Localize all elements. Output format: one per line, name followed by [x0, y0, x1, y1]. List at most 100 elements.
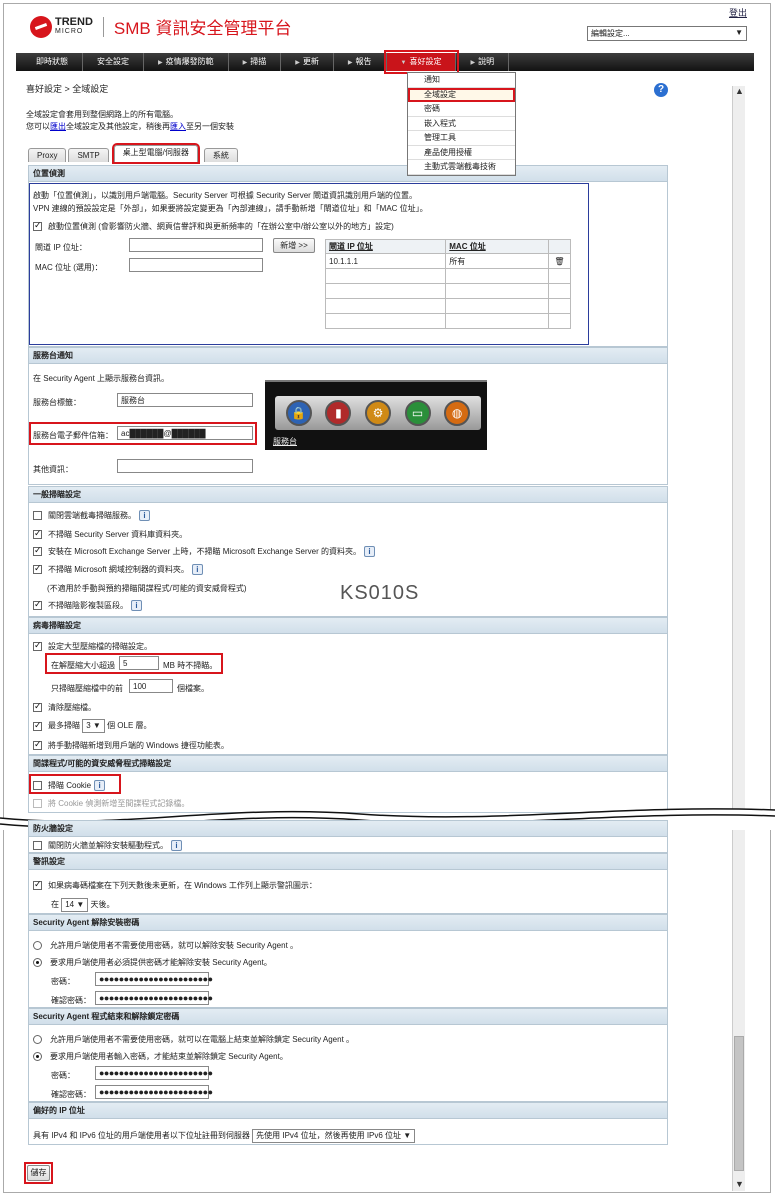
menu-license[interactable]: 產品使用授權 [408, 146, 515, 160]
large-archive-checkbox[interactable] [33, 640, 42, 652]
menu-admin-tools[interactable]: 管理工具 [408, 131, 515, 146]
save-button[interactable]: 儲存 [27, 1165, 50, 1181]
unload-require-password-option[interactable]: 要求用戶端使用者輸入密碼，才能結束並解除鎖定 Security Agent。 [33, 1051, 288, 1062]
general-option-2[interactable]: 不掃瞄 Security Server 資料庫資料夾。 [33, 528, 187, 540]
helpdesk-label-input[interactable]: 服務台 [117, 393, 253, 407]
mac-address-input[interactable] [129, 258, 263, 272]
nav-security-settings[interactable]: 安全設定 [83, 53, 144, 71]
shortcut-menu-checkbox[interactable] [33, 739, 42, 751]
helpdesk-email-input[interactable]: ac██████@██████ [117, 426, 253, 440]
section-title: Security Agent 程式結束和解除鎖定密碼 [29, 1009, 667, 1025]
general-option-3[interactable]: 安裝在 Microsoft Exchange Server 上時，不掃瞄 Mic… [33, 545, 375, 558]
globe-icon: ◍ [444, 400, 471, 426]
unload-require-password-radio[interactable] [33, 1052, 42, 1062]
import-link[interactable]: 匯入 [170, 122, 186, 131]
help-icon[interactable]: ? [654, 83, 668, 97]
info-icon[interactable]: i [363, 546, 375, 558]
uninstall-password-input[interactable]: ●●●●●●●●●●●●●●●●●●●●●●● [95, 972, 213, 986]
size-limit-input[interactable]: 5 [119, 656, 159, 670]
nav-updates[interactable]: ▶ 更新 [281, 53, 334, 71]
export-link[interactable]: 匯出 [50, 122, 66, 131]
helpdesk-other-info-input[interactable] [117, 459, 253, 473]
page-scrollbar[interactable]: ▲ ▼ [732, 86, 745, 1191]
general-option-1[interactable]: 關閉雲端截毒掃瞄服務。 i [33, 510, 150, 522]
uninstall-confirm-password-input[interactable]: ●●●●●●●●●●●●●●●●●●●●●●● [95, 991, 213, 1005]
virus-scan-section: 病毒掃瞄設定 設定大型壓縮檔的掃瞄設定。 在解壓縮大小超過 5 MB 時不掃瞄。… [28, 617, 668, 755]
alert-days-select[interactable]: 14 ▼ [61, 898, 89, 912]
firewall-section: 防火牆設定 關閉防火牆並解除安裝驅動程式。 i [28, 820, 668, 853]
clean-archive-checkbox[interactable] [33, 701, 42, 713]
scrollbar-thumb[interactable] [734, 1036, 744, 1171]
tab-smtp[interactable]: SMTP [68, 148, 109, 162]
chevron-down-icon: ▼ [403, 1131, 412, 1140]
chevron-down-icon: ▼ [76, 900, 85, 909]
info-icon[interactable]: i [191, 564, 203, 576]
nav-preferences[interactable]: ▼ 喜好設定 [383, 50, 460, 74]
unload-no-password-radio[interactable] [33, 1035, 42, 1045]
preferences-dropdown: 通知 全域設定 密碼 嵌入程式 管理工具 產品使用授權 主動式雲端截毒技術 [407, 72, 516, 176]
trash-icon[interactable]: 🗑 [548, 253, 571, 269]
skip-dc-folder-checkbox[interactable] [33, 563, 42, 575]
virus-option-4[interactable]: 將手動掃瞄新增到用戶端的 Windows 捷徑功能表。 [33, 739, 229, 751]
uninstall-no-password-option[interactable]: 允許用戶端使用者不需要使用密碼，就可以解除安裝 Security Agent 。 [33, 940, 298, 951]
virus-option-3[interactable]: 最多掃瞄 3 ▼ 個 OLE 層。 [33, 719, 152, 733]
skip-db-folder-checkbox[interactable] [33, 528, 42, 540]
skip-shadow-copy-checkbox[interactable] [33, 599, 42, 611]
disable-smart-scan-checkbox[interactable] [33, 511, 42, 521]
section-title: 一般掃瞄設定 [29, 487, 667, 503]
edit-settings-select[interactable]: 編輯設定... ▼ [587, 26, 747, 41]
section-title: 防火牆設定 [29, 821, 667, 837]
gateway-ip-input[interactable] [129, 238, 263, 252]
menu-password[interactable]: 密碼 [408, 102, 515, 117]
nav-outbreak-defense[interactable]: ▶ 疫情爆發防範 [144, 53, 229, 71]
ole-layers-select[interactable]: 3 ▼ [82, 719, 105, 733]
tab-system[interactable]: 系統 [203, 148, 238, 162]
scroll-up-icon[interactable]: ▲ [733, 86, 746, 98]
breadcrumb: 喜好設定 > 全域設定 [26, 84, 109, 94]
lock-icon: 🔒 [285, 400, 312, 426]
nav-realtime-status[interactable]: 即時狀態 [16, 53, 83, 71]
ip-preference-select[interactable]: 先使用 IPv4 位址，然後再使用 IPv6 位址 ▼ [252, 1129, 416, 1143]
unload-password-input[interactable]: ●●●●●●●●●●●●●●●●●●●●●●● [95, 1066, 213, 1080]
menu-notifications[interactable]: 通知 [408, 73, 515, 88]
nav-scans[interactable]: ▶ 掃描 [229, 53, 282, 71]
general-option-5[interactable]: 不掃瞄陰影複製區段。i [33, 599, 142, 612]
scroll-down-icon[interactable]: ▼ [733, 1179, 746, 1191]
menu-plugins[interactable]: 嵌入程式 [408, 117, 515, 131]
unload-confirm-password-input[interactable]: ●●●●●●●●●●●●●●●●●●●●●●● [95, 1085, 213, 1099]
virus-option-1[interactable]: 設定大型壓縮檔的掃瞄設定。 [33, 640, 152, 652]
uninstall-require-password-option[interactable]: 要求用戶端使用者必須提供密碼才能解除安裝 Security Agent。 [33, 957, 272, 968]
info-icon[interactable]: i [171, 840, 182, 852]
menu-smart-protection[interactable]: 主動式雲端截毒技術 [408, 160, 515, 175]
disable-firewall-checkbox[interactable] [33, 841, 42, 851]
skip-exchange-checkbox[interactable] [33, 545, 42, 557]
add-gateway-button[interactable]: 新增 >> [273, 238, 315, 253]
tab-desktop-server[interactable]: 桌上型電腦/伺服器 [111, 143, 200, 164]
menu-global-settings[interactable]: 全域設定 [408, 87, 515, 102]
section-title: Security Agent 解除安裝密碼 [29, 915, 667, 931]
info-icon[interactable]: i [94, 780, 106, 792]
logout-link[interactable]: 登出 [729, 6, 747, 19]
nav-help[interactable]: ▶ 說明 [456, 53, 510, 71]
section-title: 偏好的 IP 位址 [29, 1103, 667, 1119]
info-icon[interactable]: i [139, 510, 150, 522]
first-files-input[interactable]: 100 [129, 679, 173, 693]
enable-location-option[interactable]: 啟動位置偵測 (會影響防火牆、網頁信譽評和與更新頻率的「在辦公室中/辦公室以外的… [33, 220, 394, 232]
table-row [324, 268, 571, 284]
tab-proxy[interactable]: Proxy [28, 148, 67, 162]
firewall-option[interactable]: 關閉防火牆並解除安裝驅動程式。 i [33, 840, 182, 852]
alert-option[interactable]: 如果病毒碼檔案在下列天數後未更新，在 Windows 工作列上顯示警訊圖示： [33, 879, 317, 891]
unload-no-password-option[interactable]: 允許用戶端使用者不需要使用密碼，就可以在電腦上結束並解除鎖定 Security … [33, 1034, 354, 1045]
ole-layers-checkbox[interactable] [33, 720, 42, 731]
pattern-alert-checkbox[interactable] [33, 879, 42, 891]
scan-cookie-option[interactable]: 掃瞄 Cookie i [33, 780, 106, 792]
scan-cookie-checkbox[interactable] [33, 781, 42, 791]
nav-reports[interactable]: ▶ 報告 [334, 53, 387, 71]
general-option-4[interactable]: 不掃瞄 Microsoft 網域控制器的資料夾。i [33, 563, 203, 576]
uninstall-no-password-radio[interactable] [33, 941, 42, 951]
caret-right-icon: ▶ [347, 60, 353, 66]
enable-location-checkbox[interactable] [33, 220, 42, 232]
uninstall-require-password-radio[interactable] [33, 958, 42, 968]
virus-option-2[interactable]: 清除壓縮檔。 [33, 701, 96, 713]
info-icon[interactable]: i [131, 600, 142, 612]
